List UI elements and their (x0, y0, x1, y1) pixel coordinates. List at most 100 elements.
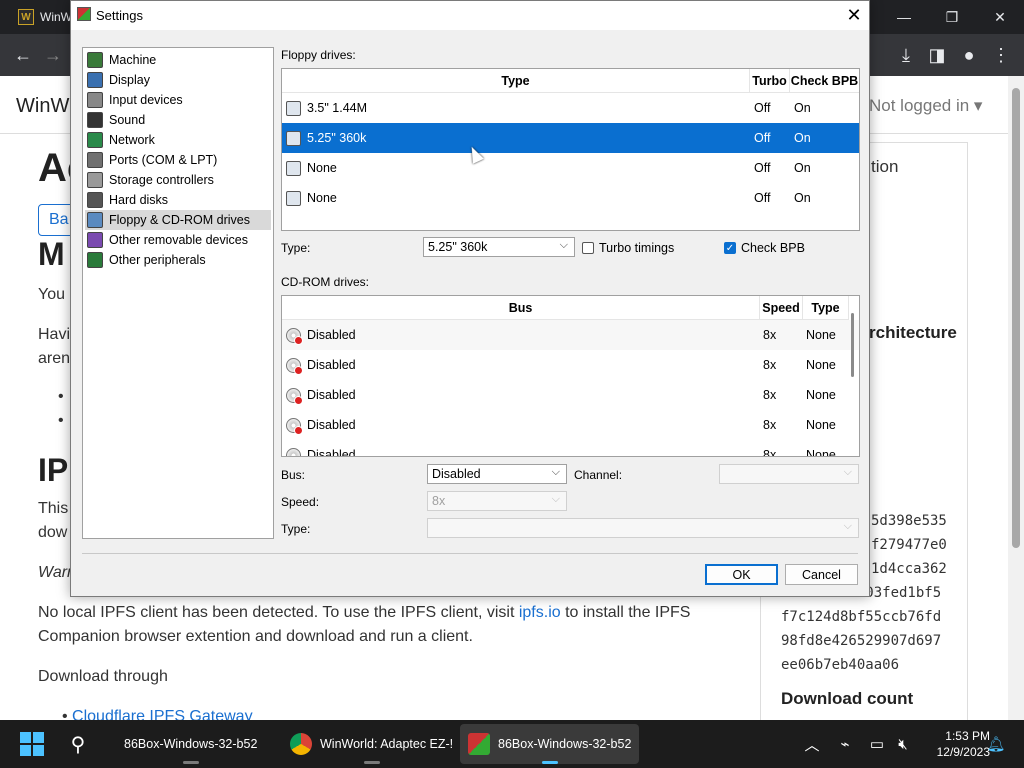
floppy-type-combo[interactable]: 5.25" 360k ⌵ (423, 237, 575, 257)
col-header-type[interactable]: Type (803, 296, 849, 320)
cdrom-row[interactable]: Disabled 8x None (282, 410, 859, 440)
cdrom-row[interactable]: Disabled 8x None (282, 440, 859, 456)
speed-value: 8x (432, 494, 446, 508)
nav-item-label: Ports (COM & LPT) (109, 153, 218, 167)
ipfs-link[interactable]: ipfs.io (519, 604, 561, 621)
ok-button[interactable]: OK (705, 564, 778, 585)
cdrom-speed-cell: 8x (763, 388, 777, 402)
col-header-speed[interactable]: Speed (760, 296, 803, 320)
minimize-icon[interactable]: — (880, 0, 928, 34)
speed-combo[interactable]: 8x ⌵ (427, 491, 567, 511)
checkbox-box[interactable]: ✓ (724, 242, 736, 254)
nav-item-other-peripherals[interactable]: Other peripherals (85, 250, 271, 270)
menu-icon[interactable]: ⋮ (988, 42, 1014, 68)
floppy-row[interactable]: 5.25" 360k Off On (282, 123, 859, 153)
check-bpb-label: Check BPB (741, 241, 805, 255)
chevron-down-icon: ⌵ (843, 520, 852, 532)
nav-item-network[interactable]: Network (85, 130, 271, 150)
nav-item-storage-controllers[interactable]: Storage controllers (85, 170, 271, 190)
peripherals-icon (87, 252, 103, 268)
hash-line: 98fd8e426529907d697 (781, 633, 942, 649)
cd-type-combo[interactable]: ⌵ (427, 518, 859, 538)
bus-value: Disabled (432, 467, 481, 481)
winworld-logo-icon: W (18, 9, 34, 25)
back-arrow-icon[interactable]: ← (10, 42, 36, 68)
floppy-drives-table[interactable]: Type Turbo Check BPB 3.5" 1.44M Off On 5.25… (281, 68, 860, 231)
nav-item-label: Hard disks (109, 193, 169, 207)
chevron-up-icon[interactable]: ︿ (802, 734, 822, 754)
nav-item-input-devices[interactable]: Input devices (85, 90, 271, 110)
maximize-icon[interactable]: ❐ (928, 0, 976, 34)
network-off-icon[interactable]: ⌁ (835, 734, 855, 754)
login-state[interactable]: Not logged in ▾ (869, 96, 982, 116)
floppy-disk-icon (286, 190, 301, 206)
nav-item-sound[interactable]: Sound (85, 110, 271, 130)
check-bpb-checkbox[interactable]: ✓ Check BPB (724, 241, 805, 255)
dialog-close-icon[interactable]: ✕ (839, 1, 869, 30)
cancel-button[interactable]: Cancel (785, 564, 858, 585)
browser-tab[interactable]: W WinW (10, 0, 74, 34)
page-scrollbar-thumb[interactable] (1012, 88, 1020, 548)
nav-item-hard-disks[interactable]: Hard disks (85, 190, 271, 210)
checkbox-box[interactable] (582, 242, 594, 254)
download-icon[interactable]: ⤓ (893, 42, 919, 68)
cdrom-type-cell: None (806, 418, 836, 432)
cdrom-disabled-icon (286, 327, 303, 345)
cdrom-drives-table[interactable]: Bus Speed Type Disabled 8x None Disabled 8x N… (281, 295, 860, 457)
floppy-row[interactable]: None Off On (282, 153, 859, 183)
section-heading: M (38, 236, 65, 272)
forward-arrow-icon[interactable]: → (40, 42, 66, 68)
bus-combo[interactable]: Disabled ⌵ (427, 464, 567, 484)
cdrom-row[interactable]: Disabled 8x None (282, 320, 859, 350)
cdrom-row[interactable]: Disabled 8x None (282, 350, 859, 380)
chevron-down-icon: ⌵ (843, 466, 852, 478)
dialog-titlebar[interactable]: Settings ✕ (71, 1, 869, 30)
right-panel-tab[interactable]: tion (871, 157, 898, 177)
cdrom-row[interactable]: Disabled 8x None (282, 380, 859, 410)
col-header-check-bpb[interactable]: Check BPB (790, 69, 859, 93)
cdrom-speed-cell: 8x (763, 358, 777, 372)
monitor-icon[interactable]: ▭ (867, 734, 887, 754)
notification-bell-icon[interactable]: 🔔︎ (986, 734, 1006, 754)
floppy-row[interactable]: 3.5" 1.44M Off On (282, 93, 859, 123)
floppy-row[interactable]: None Off On (282, 183, 859, 213)
machine-icon (87, 52, 103, 68)
bullet: • (58, 388, 64, 405)
cdrom-bus-text: Disabled (307, 388, 356, 402)
channel-label: Channel: (574, 468, 623, 482)
site-name[interactable]: WinW (16, 95, 69, 118)
search-icon[interactable]: ⚲ (64, 730, 92, 758)
turbo-timings-checkbox[interactable]: Turbo timings (582, 241, 674, 255)
volume-mute-icon[interactable]: 🔇︎ (893, 734, 913, 754)
nav-item-label: Input devices (109, 93, 183, 107)
task-indicator (541, 761, 558, 764)
task-chrome[interactable]: WinWorld: Adaptec EZ-! (282, 724, 461, 764)
nav-item-floppy-cd-rom-drives[interactable]: Floppy & CD-ROM drives (85, 210, 271, 230)
display-icon (87, 72, 103, 88)
cdrom-bus-cell: Disabled (286, 350, 756, 380)
floppy-type-cell: None (286, 153, 746, 183)
floppy-type-text: 3.5" 1.44M (307, 101, 368, 115)
cdrom-scrollbar-thumb[interactable] (851, 313, 854, 377)
profile-icon[interactable]: ● (956, 42, 982, 68)
close-icon[interactable]: ✕ (976, 0, 1024, 34)
windows-start-icon[interactable] (20, 732, 44, 756)
task-86box-2[interactable]: 86Box-Windows-32-b52 (460, 724, 640, 764)
cdrom-scrollbar[interactable] (848, 297, 858, 455)
nav-item-other-removable-devices[interactable]: Other removable devices (85, 230, 271, 250)
col-header-type[interactable]: Type (282, 69, 750, 93)
cdrom-type-cell: None (806, 328, 836, 342)
col-header-turbo[interactable]: Turbo (750, 69, 790, 93)
system-clock[interactable]: 1:53 PM 12/9/2023 (920, 728, 990, 760)
channel-combo[interactable]: ⌵ (719, 464, 859, 484)
page-scrollbar[interactable] (1008, 76, 1024, 720)
nav-item-machine[interactable]: Machine (85, 50, 271, 70)
col-header-bus[interactable]: Bus (282, 296, 760, 320)
nav-item-ports-com-lpt[interactable]: Ports (COM & LPT) (85, 150, 271, 170)
sidebar-icon[interactable]: ◨ (924, 42, 950, 68)
nav-item-display[interactable]: Display (85, 70, 271, 90)
task-86box-1[interactable]: 86Box-Windows-32-b52 (116, 724, 265, 764)
gateway-link[interactable]: Cloudflare IPFS Gateway (72, 708, 253, 720)
dialog-title: Settings (96, 8, 143, 23)
ipfs-heading: IP (38, 452, 69, 488)
